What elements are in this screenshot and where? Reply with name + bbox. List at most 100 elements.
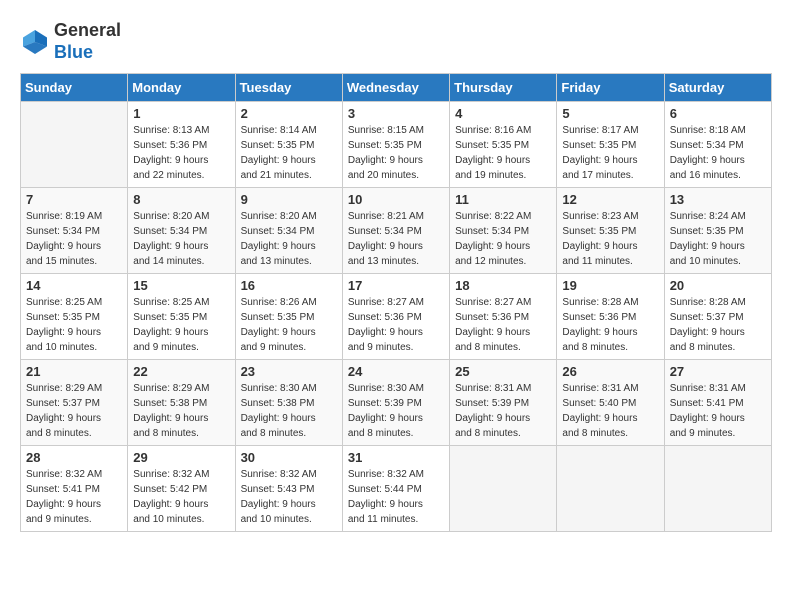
- calendar-table: SundayMondayTuesdayWednesdayThursdayFrid…: [20, 73, 772, 532]
- day-info: Sunrise: 8:20 AM Sunset: 5:34 PM Dayligh…: [133, 209, 229, 269]
- day-info: Sunrise: 8:30 AM Sunset: 5:38 PM Dayligh…: [241, 381, 337, 441]
- calendar-cell: 8 Sunrise: 8:20 AM Sunset: 5:34 PM Daylig…: [128, 188, 235, 274]
- day-number: 28: [26, 450, 122, 465]
- day-number: 2: [241, 106, 337, 121]
- calendar-cell: [450, 446, 557, 532]
- day-number: 5: [562, 106, 658, 121]
- column-header-thursday: Thursday: [450, 74, 557, 102]
- day-number: 1: [133, 106, 229, 121]
- day-info: Sunrise: 8:18 AM Sunset: 5:34 PM Dayligh…: [670, 123, 766, 183]
- day-number: 31: [348, 450, 444, 465]
- day-info: Sunrise: 8:32 AM Sunset: 5:42 PM Dayligh…: [133, 467, 229, 527]
- calendar-cell: 25Sunrise: 8:31 AM Sunset: 5:39 PM Dayli…: [450, 360, 557, 446]
- day-info: Sunrise: 8:32 AM Sunset: 5:43 PM Dayligh…: [241, 467, 337, 527]
- day-number: 20: [670, 278, 766, 293]
- day-number: 16: [241, 278, 337, 293]
- calendar-cell: 3 Sunrise: 8:15 AM Sunset: 5:35 PM Daylig…: [342, 102, 449, 188]
- calendar-cell: 19 Sunrise: 8:28 AM Sunset: 5:36 PM Dayli…: [557, 274, 664, 360]
- day-info: Sunrise: 8:30 AM Sunset: 5:39 PM Dayligh…: [348, 381, 444, 441]
- calendar-cell: 1 Sunrise: 8:13 AM Sunset: 5:36 PM Daylig…: [128, 102, 235, 188]
- calendar-cell: 24 Sunrise: 8:30 AM Sunset: 5:39 PM Dayli…: [342, 360, 449, 446]
- calendar-week-2: 7Sunrise: 8:19 AM Sunset: 5:34 PM Daylig…: [21, 188, 772, 274]
- calendar-cell: 14Sunrise: 8:25 AM Sunset: 5:35 PM Dayli…: [21, 274, 128, 360]
- calendar-cell: 17 Sunrise: 8:27 AM Sunset: 5:36 PM Dayli…: [342, 274, 449, 360]
- calendar-cell: 11 Sunrise: 8:22 AM Sunset: 5:34 PM Dayli…: [450, 188, 557, 274]
- day-info: Sunrise: 8:17 AM Sunset: 5:35 PM Dayligh…: [562, 123, 658, 183]
- day-number: 11: [455, 192, 551, 207]
- calendar-cell: 21Sunrise: 8:29 AM Sunset: 5:37 PM Dayli…: [21, 360, 128, 446]
- day-info: Sunrise: 8:20 AM Sunset: 5:34 PM Dayligh…: [241, 209, 337, 269]
- calendar-cell: 13 Sunrise: 8:24 AM Sunset: 5:35 PM Dayli…: [664, 188, 771, 274]
- day-number: 22: [133, 364, 229, 379]
- calendar-cell: 16 Sunrise: 8:26 AM Sunset: 5:35 PM Dayli…: [235, 274, 342, 360]
- day-info: Sunrise: 8:31 AM Sunset: 5:41 PM Dayligh…: [670, 381, 766, 441]
- day-info: Sunrise: 8:19 AM Sunset: 5:34 PM Dayligh…: [26, 209, 122, 269]
- day-number: 6: [670, 106, 766, 121]
- calendar-cell: 22 Sunrise: 8:29 AM Sunset: 5:38 PM Dayli…: [128, 360, 235, 446]
- page-header: General Blue: [20, 20, 772, 63]
- calendar-cell: 30 Sunrise: 8:32 AM Sunset: 5:43 PM Dayli…: [235, 446, 342, 532]
- day-number: 18: [455, 278, 551, 293]
- day-info: Sunrise: 8:31 AM Sunset: 5:39 PM Dayligh…: [455, 381, 551, 441]
- day-info: Sunrise: 8:24 AM Sunset: 5:35 PM Dayligh…: [670, 209, 766, 269]
- calendar-cell: 28 Sunrise: 8:32 AM Sunset: 5:41 PM Dayli…: [21, 446, 128, 532]
- day-number: 17: [348, 278, 444, 293]
- day-number: 8: [133, 192, 229, 207]
- day-info: Sunrise: 8:27 AM Sunset: 5:36 PM Dayligh…: [348, 295, 444, 355]
- day-number: 27: [670, 364, 766, 379]
- calendar-cell: 20 Sunrise: 8:28 AM Sunset: 5:37 PM Dayli…: [664, 274, 771, 360]
- calendar-cell: 18 Sunrise: 8:27 AM Sunset: 5:36 PM Dayli…: [450, 274, 557, 360]
- calendar-cell: 2Sunrise: 8:14 AM Sunset: 5:35 PM Daylig…: [235, 102, 342, 188]
- calendar-cell: 7Sunrise: 8:19 AM Sunset: 5:34 PM Daylig…: [21, 188, 128, 274]
- day-number: 9: [241, 192, 337, 207]
- day-info: Sunrise: 8:28 AM Sunset: 5:37 PM Dayligh…: [670, 295, 766, 355]
- day-info: Sunrise: 8:29 AM Sunset: 5:37 PM Dayligh…: [26, 381, 122, 441]
- day-info: Sunrise: 8:22 AM Sunset: 5:34 PM Dayligh…: [455, 209, 551, 269]
- day-info: Sunrise: 8:25 AM Sunset: 5:35 PM Dayligh…: [133, 295, 229, 355]
- day-number: 30: [241, 450, 337, 465]
- calendar-cell: 10 Sunrise: 8:21 AM Sunset: 5:34 PM Dayli…: [342, 188, 449, 274]
- day-info: Sunrise: 8:29 AM Sunset: 5:38 PM Dayligh…: [133, 381, 229, 441]
- day-number: 12: [562, 192, 658, 207]
- day-number: 10: [348, 192, 444, 207]
- day-info: Sunrise: 8:32 AM Sunset: 5:44 PM Dayligh…: [348, 467, 444, 527]
- calendar-cell: 23 Sunrise: 8:30 AM Sunset: 5:38 PM Dayli…: [235, 360, 342, 446]
- day-number: 24: [348, 364, 444, 379]
- day-number: 26: [562, 364, 658, 379]
- column-header-monday: Monday: [128, 74, 235, 102]
- day-number: 4: [455, 106, 551, 121]
- column-header-tuesday: Tuesday: [235, 74, 342, 102]
- column-header-sunday: Sunday: [21, 74, 128, 102]
- day-number: 13: [670, 192, 766, 207]
- day-number: 29: [133, 450, 229, 465]
- calendar-week-5: 28 Sunrise: 8:32 AM Sunset: 5:41 PM Dayli…: [21, 446, 772, 532]
- column-header-wednesday: Wednesday: [342, 74, 449, 102]
- calendar-cell: 29 Sunrise: 8:32 AM Sunset: 5:42 PM Dayli…: [128, 446, 235, 532]
- day-info: Sunrise: 8:15 AM Sunset: 5:35 PM Dayligh…: [348, 123, 444, 183]
- calendar-cell: 12 Sunrise: 8:23 AM Sunset: 5:35 PM Dayli…: [557, 188, 664, 274]
- calendar-cell: 26 Sunrise: 8:31 AM Sunset: 5:40 PM Dayli…: [557, 360, 664, 446]
- day-info: Sunrise: 8:32 AM Sunset: 5:41 PM Dayligh…: [26, 467, 122, 527]
- day-info: Sunrise: 8:21 AM Sunset: 5:34 PM Dayligh…: [348, 209, 444, 269]
- day-number: 23: [241, 364, 337, 379]
- calendar-cell: 4Sunrise: 8:16 AM Sunset: 5:35 PM Daylig…: [450, 102, 557, 188]
- calendar-cell: [557, 446, 664, 532]
- day-number: 14: [26, 278, 122, 293]
- day-info: Sunrise: 8:31 AM Sunset: 5:40 PM Dayligh…: [562, 381, 658, 441]
- day-info: Sunrise: 8:26 AM Sunset: 5:35 PM Dayligh…: [241, 295, 337, 355]
- day-info: Sunrise: 8:27 AM Sunset: 5:36 PM Dayligh…: [455, 295, 551, 355]
- calendar-cell: 6 Sunrise: 8:18 AM Sunset: 5:34 PM Daylig…: [664, 102, 771, 188]
- logo-icon: [20, 27, 50, 57]
- calendar-cell: 15 Sunrise: 8:25 AM Sunset: 5:35 PM Dayli…: [128, 274, 235, 360]
- day-info: Sunrise: 8:13 AM Sunset: 5:36 PM Dayligh…: [133, 123, 229, 183]
- day-info: Sunrise: 8:23 AM Sunset: 5:35 PM Dayligh…: [562, 209, 658, 269]
- day-number: 3: [348, 106, 444, 121]
- calendar-cell: 5 Sunrise: 8:17 AM Sunset: 5:35 PM Daylig…: [557, 102, 664, 188]
- calendar-header-row: SundayMondayTuesdayWednesdayThursdayFrid…: [21, 74, 772, 102]
- calendar-week-4: 21Sunrise: 8:29 AM Sunset: 5:37 PM Dayli…: [21, 360, 772, 446]
- day-number: 15: [133, 278, 229, 293]
- day-number: 19: [562, 278, 658, 293]
- day-info: Sunrise: 8:28 AM Sunset: 5:36 PM Dayligh…: [562, 295, 658, 355]
- calendar-cell: [21, 102, 128, 188]
- calendar-cell: [664, 446, 771, 532]
